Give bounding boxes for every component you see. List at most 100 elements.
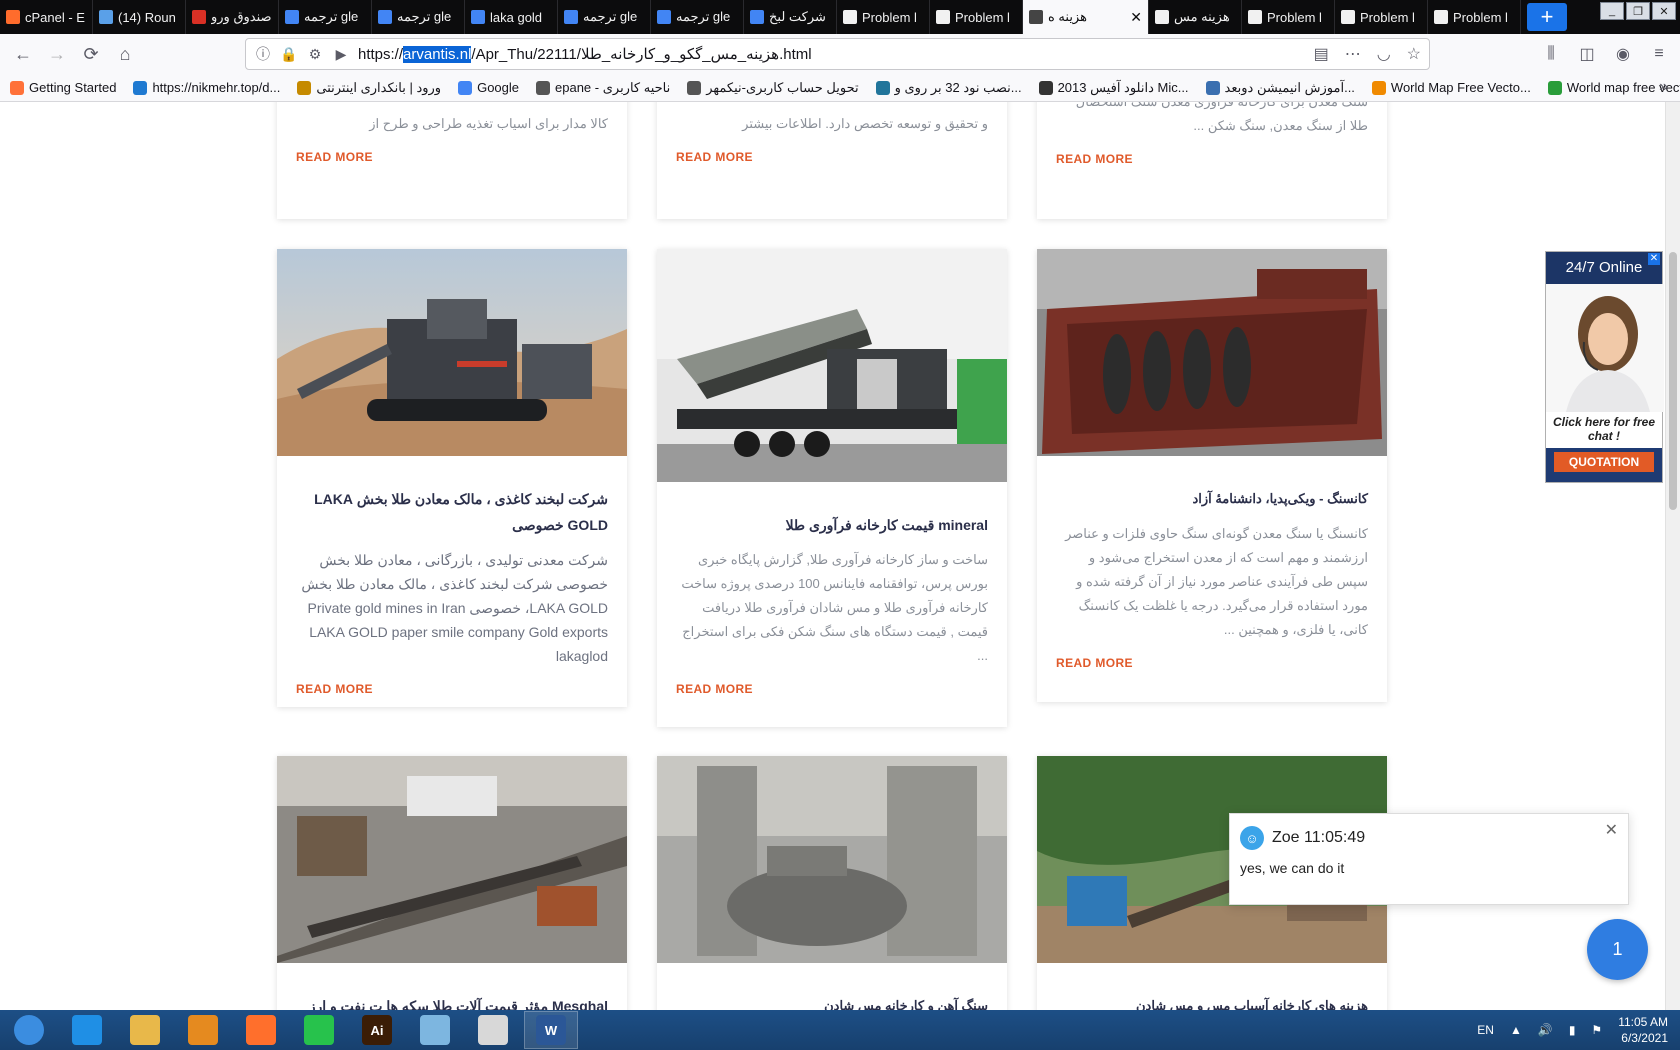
tab-strip: cPanel - E (14) Roun صندوق ورو ترجمه gle ترج… [0, 0, 1680, 34]
translate-icon [285, 10, 299, 24]
browser-tab[interactable]: ترجمه gle [558, 0, 651, 34]
menu-icon[interactable]: ≡ [1648, 37, 1670, 71]
taskbar-app[interactable] [408, 1011, 462, 1049]
scrollbar-thumb[interactable] [1669, 252, 1677, 510]
browser-tab[interactable]: صندوق ورو [186, 0, 279, 34]
info-icon[interactable]: ⓘ [254, 45, 272, 63]
taskbar-app[interactable] [234, 1011, 288, 1049]
card-image-mobile-screen[interactable] [657, 249, 1007, 482]
browser-tab[interactable]: (14) Roun [93, 0, 186, 34]
bookmark-star-icon[interactable]: ☆ [1407, 44, 1421, 64]
minimize-button[interactable]: _ [1600, 2, 1624, 20]
card-title[interactable]: سنگ آهن و کارخانه مس شادن [676, 993, 988, 1010]
close-window-button[interactable]: ✕ [1652, 2, 1676, 20]
taskbar-app[interactable] [118, 1011, 172, 1049]
card-image-screw-washer[interactable] [1037, 249, 1387, 456]
bookmark-item[interactable]: تحویل حساب کاربری-نیکمهر [687, 80, 859, 96]
read-more-link[interactable]: READ MORE [296, 150, 608, 164]
read-more-link[interactable]: READ MORE [1056, 656, 1368, 670]
online-chat-widget[interactable]: ✕ 24/7 Online Click here for free chat !… [1545, 251, 1664, 483]
bookmark-favicon-icon [458, 80, 473, 95]
browser-tab[interactable]: هزینه ه ✕ [1023, 0, 1149, 34]
bookmark-item[interactable]: Getting Started [10, 80, 116, 95]
restore-button[interactable]: ❐ [1626, 2, 1650, 20]
browser-tab[interactable]: cPanel - E [0, 0, 93, 34]
back-button[interactable]: ← [6, 37, 40, 71]
taskbar-app[interactable]: Ai [350, 1011, 404, 1049]
window-controls: _ ❐ ✕ [1600, 2, 1676, 20]
browser-tab[interactable]: Problem l [930, 0, 1023, 34]
reload-button[interactable]: ⟳ [74, 37, 108, 71]
browser-tab[interactable]: شرکت لبخ [744, 0, 837, 34]
card-image-crushing-plant[interactable] [277, 756, 627, 963]
page-scrollbar[interactable] [1665, 102, 1680, 1010]
taskbar-app[interactable] [2, 1011, 56, 1049]
new-tab-button[interactable]: + [1527, 3, 1567, 31]
browser-tab[interactable]: ترجمه gle [279, 0, 372, 34]
browser-tab[interactable]: laka gold [465, 0, 558, 34]
browser-tab[interactable]: ترجمه gle [651, 0, 744, 34]
card-image-ball-mill[interactable] [657, 756, 1007, 963]
support-agent-photo[interactable] [1546, 284, 1664, 412]
autoplay-icon[interactable]: ▶ [332, 45, 350, 63]
network-icon[interactable]: ▮ [1569, 1023, 1576, 1037]
forward-button[interactable]: → [40, 37, 74, 71]
browser-tab[interactable]: هزینه مس [1149, 0, 1242, 34]
bookmark-item[interactable]: نصب نود 32 بر روی و... [875, 80, 1022, 96]
card-title[interactable]: هزینه های کارخانه آسیاب مس و مس شادن [1056, 993, 1368, 1010]
card-description: ساخت و ساز کارخانه فرآوری طلا, گزارش پای… [681, 552, 988, 663]
bookmark-item[interactable]: World Map Free Vecto... [1371, 80, 1531, 95]
taskbar-app[interactable] [466, 1011, 520, 1049]
reader-view-icon[interactable]: ▤ [1314, 44, 1329, 64]
bookmark-item[interactable]: Google [458, 80, 519, 95]
bookmark-item[interactable]: epane - ناحیه کاربری [536, 80, 670, 96]
taskbar-app[interactable] [60, 1011, 114, 1049]
close-icon[interactable]: ✕ [1648, 253, 1660, 265]
close-tab-icon[interactable]: ✕ [1130, 9, 1142, 26]
taskbar-app[interactable]: W [524, 1011, 578, 1049]
card-title[interactable]: کانسنگ - ویکی‌پدیا، دانشنامهٔ آزاد [1056, 486, 1368, 512]
close-icon[interactable]: ✕ [1605, 820, 1618, 840]
pocket-icon[interactable]: ◡ [1377, 44, 1391, 64]
card-title[interactable]: شرکت لبخند کاغذی ، مالک معادن طلا بخش LA… [296, 486, 608, 538]
quotation-button[interactable]: QUOTATION [1554, 452, 1654, 472]
page-actions-icon[interactable]: ⋯ [1345, 44, 1361, 64]
sidebar-icon[interactable]: ◫ [1576, 37, 1598, 71]
lock-icon[interactable]: 🔒 [280, 45, 298, 63]
volume-icon[interactable]: 🔊 [1538, 1023, 1553, 1037]
browser-tab[interactable]: Problem l [837, 0, 930, 34]
card-iron-ore-plant: سنگ آهن و کارخانه مس شادن [657, 756, 1007, 1010]
card-title[interactable]: Mesghal مؤثر قیمت آلات طلا سکه ها ت نفت … [296, 993, 608, 1010]
read-more-link[interactable]: READ MORE [296, 682, 608, 696]
read-more-link[interactable]: READ MORE [1056, 152, 1368, 166]
online-chat-text[interactable]: Click here for free chat ! [1546, 412, 1662, 448]
url-bar[interactable]: ⓘ 🔒 ⚙ ▶ https:// arvantis.nl /Apr_Thu/22… [245, 38, 1430, 70]
home-button[interactable]: ⌂ [108, 37, 142, 71]
clock[interactable]: 11:05 AM 6/3/2021 [1618, 1014, 1668, 1046]
library-icon[interactable]: ⫼ [1540, 37, 1562, 71]
language-indicator[interactable]: EN [1477, 1023, 1494, 1037]
action-center-icon[interactable]: ⚑ [1591, 1023, 1602, 1037]
bookmark-item[interactable]: دانلود آفیس 2013 Mic... [1038, 80, 1189, 96]
card-title[interactable]: mineral قیمت کارخانه فرآوری طلا [676, 512, 988, 538]
account-icon[interactable]: ◉ [1612, 37, 1634, 71]
taskbar-app[interactable] [292, 1011, 346, 1049]
browser-tab[interactable]: ترجمه gle [372, 0, 465, 34]
bookmarks-overflow-icon[interactable]: » [1659, 78, 1668, 96]
read-more-link[interactable]: READ MORE [676, 150, 988, 164]
bookmark-label: https://nikmehr.top/d... [152, 80, 281, 95]
browser-tab[interactable]: Problem l [1335, 0, 1428, 34]
read-more-link[interactable]: READ MORE [676, 682, 988, 696]
bookmark-item[interactable]: https://nikmehr.top/d... [133, 80, 280, 95]
bookmark-item[interactable]: آموزش انیمیشن دوبعد... [1205, 80, 1355, 96]
tray-overflow-icon[interactable]: ▲ [1510, 1023, 1522, 1037]
browser-tab[interactable]: Problem l [1242, 0, 1335, 34]
permissions-icon[interactable]: ⚙ [306, 45, 324, 63]
windows-taskbar: Ai W EN ▲ 🔊 ▮ ⚑ 11:05 AM 6/3/2021 [0, 1010, 1680, 1050]
chat-message-popup[interactable]: ☺ Zoe 11:05:49 yes, we can do it ✕ [1229, 813, 1629, 905]
browser-tab[interactable]: Problem l [1428, 0, 1521, 34]
taskbar-app[interactable] [176, 1011, 230, 1049]
bookmark-item[interactable]: ورود | بانکداری اینترنتی [297, 80, 441, 96]
chat-bubble-button[interactable]: 1 [1587, 919, 1648, 980]
card-image-mobile-crusher[interactable] [277, 249, 627, 456]
